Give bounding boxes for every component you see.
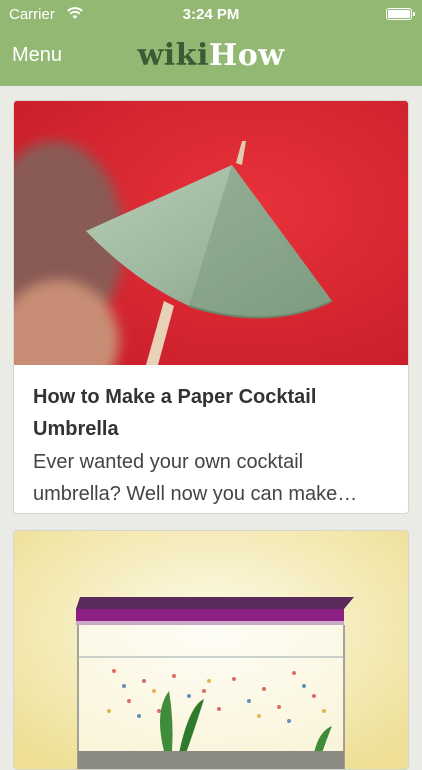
logo-how-text: How: [208, 38, 285, 73]
status-bar: Carrier 3:24 PM: [0, 0, 422, 30]
article-image[interactable]: [14, 531, 408, 770]
status-time: 3:24 PM: [182, 6, 240, 23]
article-card[interactable]: How to Make a Paper Cocktail Umbrella Ev…: [13, 100, 409, 514]
top-bar: Carrier 3:24 PM Menu wikiHow: [0, 0, 422, 86]
logo-wiki-text: wiki: [137, 38, 209, 73]
wikihow-logo[interactable]: wikiHow: [0, 38, 422, 73]
battery-icon: [386, 8, 415, 20]
article-title[interactable]: How to Make a Paper Cocktail Umbrella: [33, 381, 383, 445]
article-card[interactable]: [13, 530, 409, 770]
article-image[interactable]: [14, 101, 408, 365]
article-description: Ever wanted your own cocktail umbrella? …: [33, 451, 358, 505]
